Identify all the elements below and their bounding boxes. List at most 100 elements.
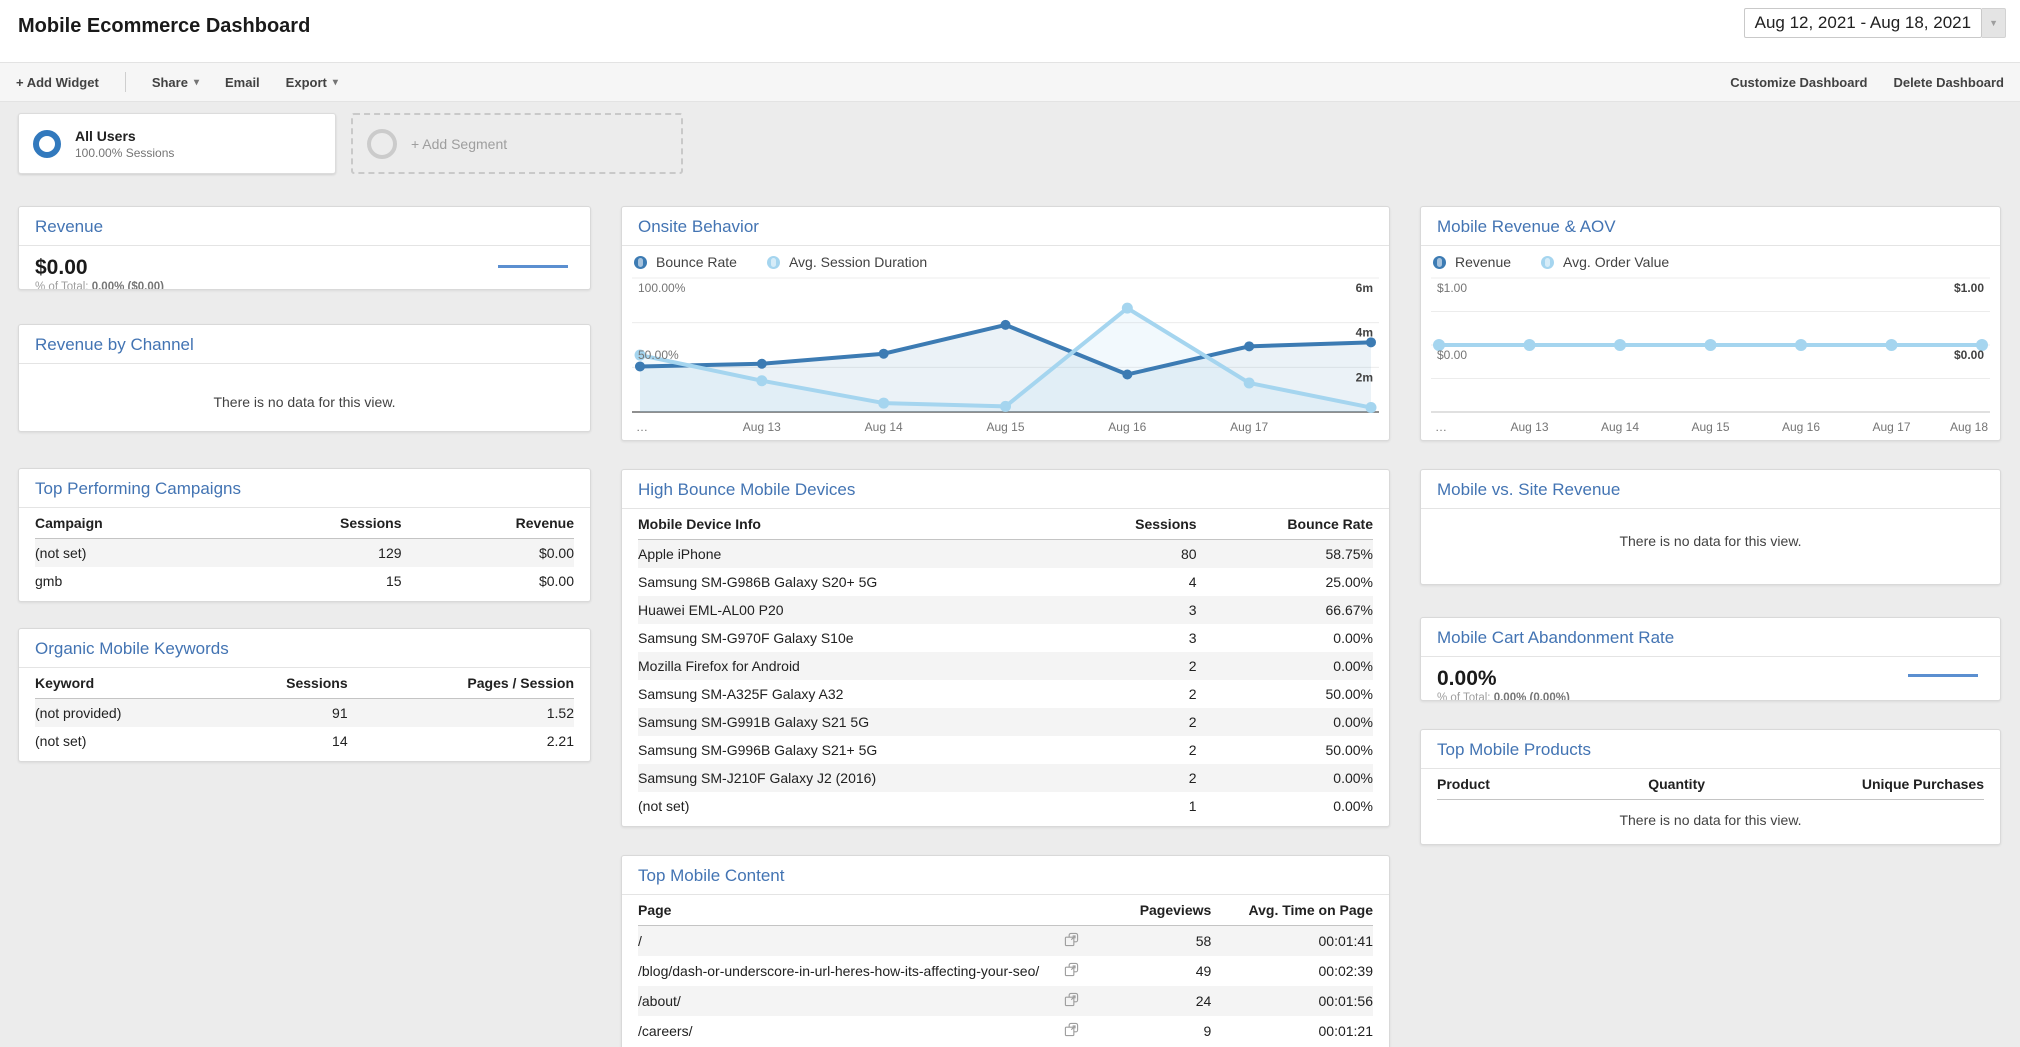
date-range-selector[interactable]: Aug 12, 2021 - Aug 18, 2021 ▼ (1744, 8, 2006, 38)
chart-legend: Bounce Rate Avg. Session Duration (622, 246, 1389, 272)
svg-text:…: … (636, 420, 648, 434)
widget-title-link[interactable]: High Bounce Mobile Devices (622, 470, 1389, 509)
table-row: /5800:01:41 (638, 926, 1373, 957)
table-cell: Samsung SM-G991B Galaxy S21 5G (638, 708, 1079, 736)
middle-column: Onsite Behavior Bounce Rate Avg. Session… (621, 174, 1390, 1047)
table-cell: 2 (1079, 736, 1197, 764)
widget-title-link[interactable]: Mobile Revenue & AOV (1421, 207, 2000, 246)
table-cell: $0.00 (402, 567, 574, 595)
widget-title-link[interactable]: Mobile Cart Abandonment Rate (1421, 618, 2000, 657)
customize-dashboard-button[interactable]: Customize Dashboard (1730, 75, 1867, 90)
segments-row: All Users 100.00% Sessions + Add Segment (0, 102, 2020, 174)
table-row: Samsung SM-A325F Galaxy A32250.00% (638, 680, 1373, 708)
svg-text:Aug 16: Aug 16 (1782, 420, 1820, 434)
table-row: Samsung SM-G970F Galaxy S10e30.00% (638, 624, 1373, 652)
percent-of-total-value: 0.00% (0.00%) (1494, 692, 1570, 701)
delete-dashboard-button[interactable]: Delete Dashboard (1893, 75, 2004, 90)
column-header: Campaign (35, 508, 315, 539)
open-link-button[interactable] (1050, 926, 1094, 957)
app-header: Mobile Ecommerce Dashboard Aug 12, 2021 … (0, 0, 2020, 62)
widget-title-link[interactable]: Revenue (19, 207, 590, 246)
legend-item: Bounce Rate (634, 254, 737, 270)
left-column: Revenue $0.00 % of Total: 0.00% ($0.00) … (18, 174, 591, 762)
svg-text:Aug 15: Aug 15 (986, 420, 1024, 434)
table-row: (not provided)911.52 (35, 699, 574, 728)
table-cell: Apple iPhone (638, 540, 1079, 569)
table-cell: Samsung SM-G970F Galaxy S10e (638, 624, 1079, 652)
table-row: Samsung SM-J210F Galaxy J2 (2016)20.00% (638, 764, 1373, 792)
table-cell: Samsung SM-G996B Galaxy S21+ 5G (638, 736, 1079, 764)
widget-onsite-behavior: Onsite Behavior Bounce Rate Avg. Session… (621, 206, 1390, 441)
table-cell: gmb (35, 567, 315, 595)
table-cell: 0.00% (1197, 624, 1373, 652)
table-cell: 2 (1079, 652, 1197, 680)
column-header: Sessions (1079, 509, 1197, 540)
svg-text:Aug 14: Aug 14 (1601, 420, 1639, 434)
legend-label: Revenue (1455, 254, 1511, 270)
share-button[interactable]: Share ▾ (152, 75, 199, 90)
segment-all-users[interactable]: All Users 100.00% Sessions (18, 113, 336, 174)
open-link-button[interactable] (1050, 986, 1094, 1016)
segment-subtitle: 100.00% Sessions (75, 146, 174, 160)
toolbar-left-group: + Add Widget Share ▾ Email Export ▾ (16, 72, 338, 92)
column-header: Sessions (315, 508, 401, 539)
widget-title-link[interactable]: Top Performing Campaigns (19, 469, 590, 508)
widget-top-campaigns: Top Performing Campaigns CampaignSession… (18, 468, 591, 602)
table-cell: 2 (1079, 708, 1197, 736)
table-cell: 00:01:21 (1211, 1016, 1373, 1046)
open-link-button[interactable] (1050, 956, 1094, 986)
widget-title-link[interactable]: Top Mobile Products (1421, 730, 2000, 769)
legend-item: Revenue (1433, 254, 1511, 270)
avg-order-value-legend-icon (1541, 256, 1554, 269)
widget-title-link[interactable]: Revenue by Channel (19, 325, 590, 364)
svg-text:Aug 17: Aug 17 (1230, 420, 1268, 434)
add-segment-button[interactable]: + Add Segment (351, 113, 683, 174)
widget-title-link[interactable]: Organic Mobile Keywords (19, 629, 590, 668)
widget-high-bounce-devices: High Bounce Mobile Devices Mobile Device… (621, 469, 1390, 827)
export-label: Export (286, 75, 327, 90)
table-cell: 2 (1079, 764, 1197, 792)
bounce-rate-legend-icon (634, 256, 647, 269)
table-header-row: CampaignSessionsRevenue (35, 508, 574, 539)
legend-label: Bounce Rate (656, 254, 737, 270)
chart-canvas: $1.00$0.00$1.00$0.00…Aug 13Aug 14Aug 15A… (1431, 272, 1990, 440)
table-cell: /about/ (638, 986, 1050, 1016)
percent-of-total-label: % of Total: (35, 281, 89, 290)
legend-label: Avg. Session Duration (789, 254, 927, 270)
svg-text:Aug 14: Aug 14 (865, 420, 903, 434)
email-button[interactable]: Email (225, 75, 260, 90)
cart-abandonment-total-line: % of Total: 0.00% (0.00%) (1421, 692, 2000, 701)
open-link-button[interactable] (1050, 1016, 1094, 1046)
widget-title-link[interactable]: Top Mobile Content (622, 856, 1389, 895)
chevron-down-icon: ▾ (194, 77, 199, 88)
table-cell: 129 (315, 539, 401, 568)
column-header: Pageviews (1094, 895, 1212, 926)
table-cell: 00:01:41 (1211, 926, 1373, 957)
svg-text:Aug 13: Aug 13 (1510, 420, 1548, 434)
table-row: (not set)129$0.00 (35, 539, 574, 568)
svg-text:2m: 2m (1356, 370, 1373, 384)
add-widget-button[interactable]: + Add Widget (16, 75, 99, 90)
column-header: Page (638, 895, 1050, 926)
table-cell: 14 (240, 727, 348, 755)
table-cell: 0.00% (1197, 708, 1373, 736)
widget-title-link[interactable]: Mobile vs. Site Revenue (1421, 470, 2000, 509)
widget-title-link[interactable]: Onsite Behavior (622, 207, 1389, 246)
table-cell: 3 (1079, 624, 1197, 652)
sparkline (1908, 674, 1978, 677)
percent-of-total-value: 0.00% ($0.00) (92, 281, 164, 290)
svg-text:Aug 13: Aug 13 (743, 420, 781, 434)
column-header: Quantity (1601, 769, 1705, 800)
legend-item: Avg. Session Duration (767, 254, 927, 270)
table-cell: (not set) (35, 539, 315, 568)
table-header-row: ProductQuantityUnique Purchases (1437, 769, 1984, 800)
table-cell: 4 (1079, 568, 1197, 596)
table-cell: 66.67% (1197, 596, 1373, 624)
svg-text:…: … (1435, 420, 1447, 434)
export-button[interactable]: Export ▾ (286, 75, 338, 90)
svg-text:$1.00: $1.00 (1954, 281, 1984, 295)
table-row: gmb15$0.00 (35, 567, 574, 595)
svg-text:Aug 18: Aug 18 (1950, 420, 1988, 434)
table-header-row: Mobile Device InfoSessionsBounce Rate (638, 509, 1373, 540)
date-range-text: Aug 12, 2021 - Aug 18, 2021 (1744, 8, 1982, 38)
